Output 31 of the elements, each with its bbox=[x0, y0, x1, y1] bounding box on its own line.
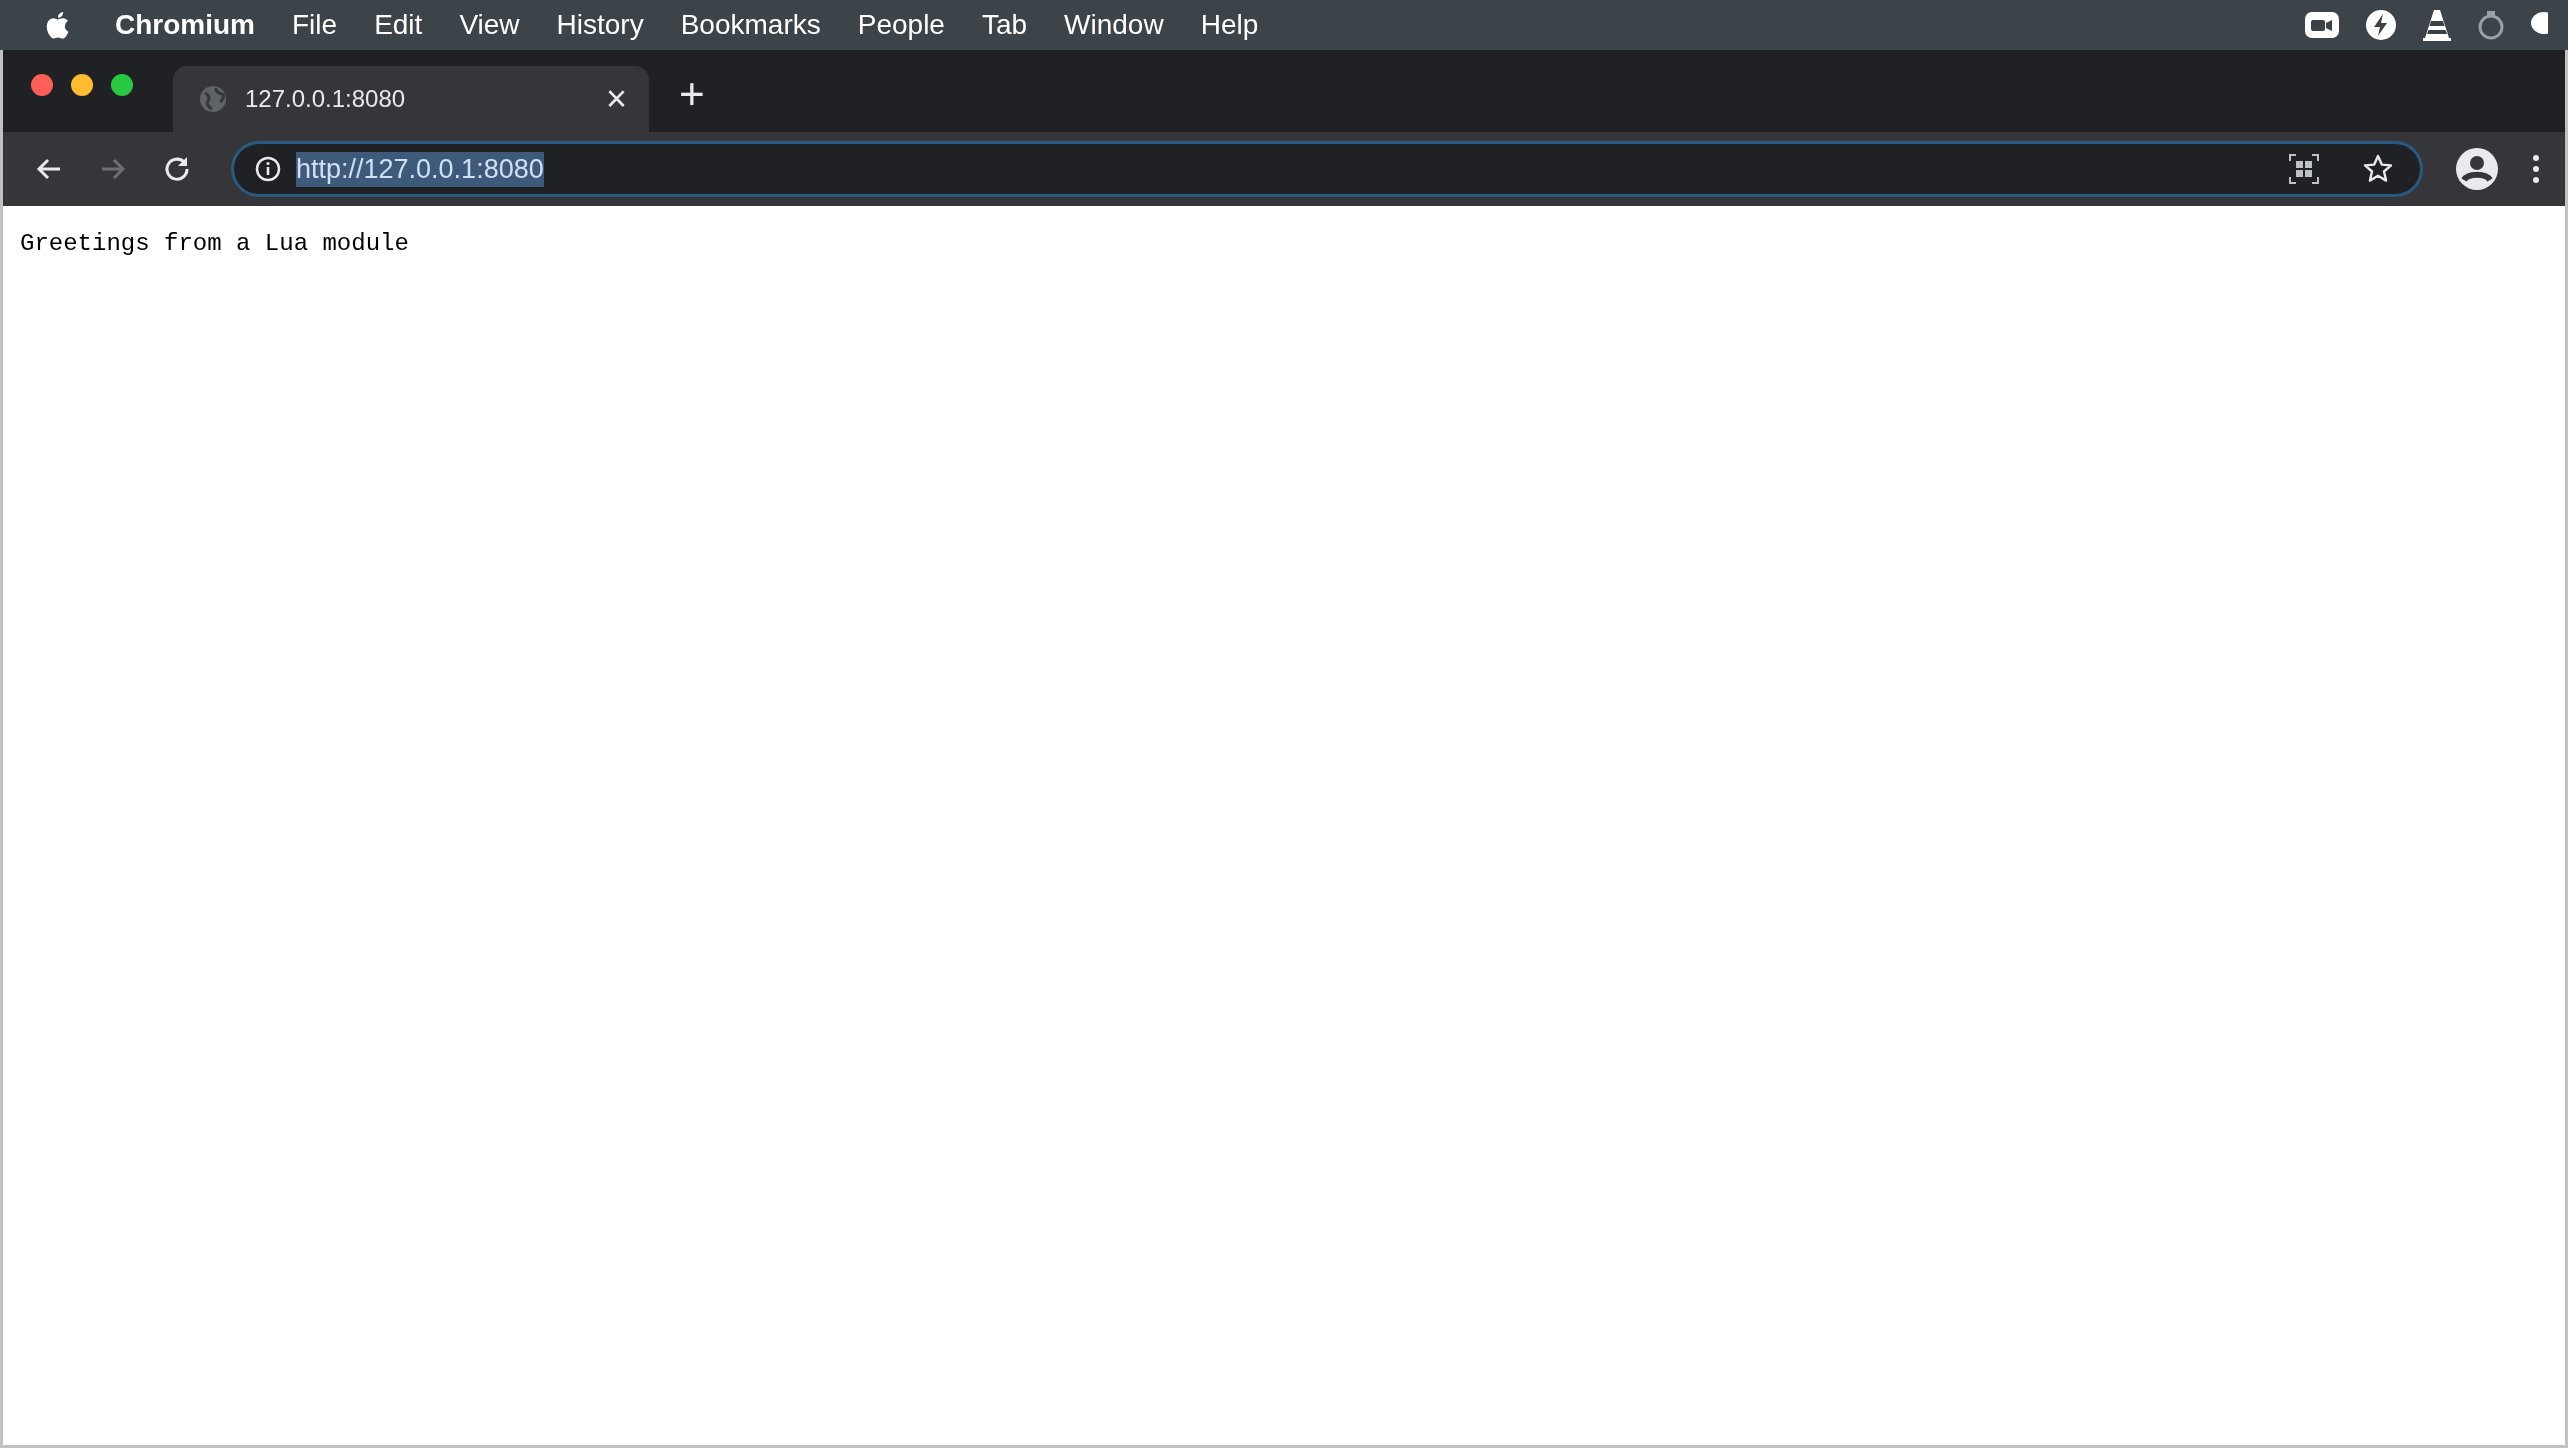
tab-close-button[interactable]: × bbox=[605, 81, 627, 117]
menu-item[interactable]: View bbox=[459, 9, 520, 41]
menu-item[interactable]: History bbox=[556, 9, 644, 41]
apple-logo-icon[interactable] bbox=[44, 10, 70, 40]
menu-item[interactable]: Tab bbox=[981, 9, 1028, 41]
profile-avatar-icon[interactable] bbox=[2455, 147, 2499, 191]
minimize-window-button[interactable] bbox=[71, 74, 93, 96]
address-bar[interactable]: http://127.0.0.1:8080 bbox=[231, 141, 2423, 197]
globe-icon bbox=[199, 85, 227, 113]
qr-code-icon[interactable] bbox=[2288, 153, 2320, 185]
star-icon[interactable] bbox=[2362, 153, 2394, 185]
menu-item[interactable]: File bbox=[292, 9, 338, 41]
info-icon[interactable] bbox=[254, 155, 282, 183]
page-text: Greetings from a Lua module bbox=[20, 230, 409, 257]
tab-title: 127.0.0.1:8080 bbox=[245, 85, 407, 113]
new-tab-button[interactable]: + bbox=[679, 72, 705, 116]
url-text: http://127.0.0.1:8080 bbox=[296, 151, 544, 187]
menu-item[interactable]: Window bbox=[1064, 9, 1164, 41]
menu-app-name[interactable]: Chromium bbox=[115, 9, 255, 41]
menu-item[interactable]: People bbox=[857, 9, 945, 41]
video-camera-icon[interactable] bbox=[2304, 10, 2340, 40]
zoom-window-button[interactable] bbox=[111, 74, 133, 96]
browser-tab[interactable]: 127.0.0.1:8080 × bbox=[173, 66, 649, 132]
more-menu-icon[interactable] bbox=[2531, 154, 2541, 184]
stopwatch-icon[interactable] bbox=[2477, 9, 2505, 41]
menu-item[interactable]: Edit bbox=[374, 9, 423, 41]
menu-item[interactable]: Bookmarks bbox=[680, 9, 821, 41]
menu-item[interactable]: Help bbox=[1200, 9, 1259, 41]
lightning-bolt-icon[interactable] bbox=[2365, 9, 2397, 41]
traffic-cone-icon[interactable] bbox=[2422, 8, 2452, 42]
close-window-button[interactable] bbox=[31, 74, 53, 96]
